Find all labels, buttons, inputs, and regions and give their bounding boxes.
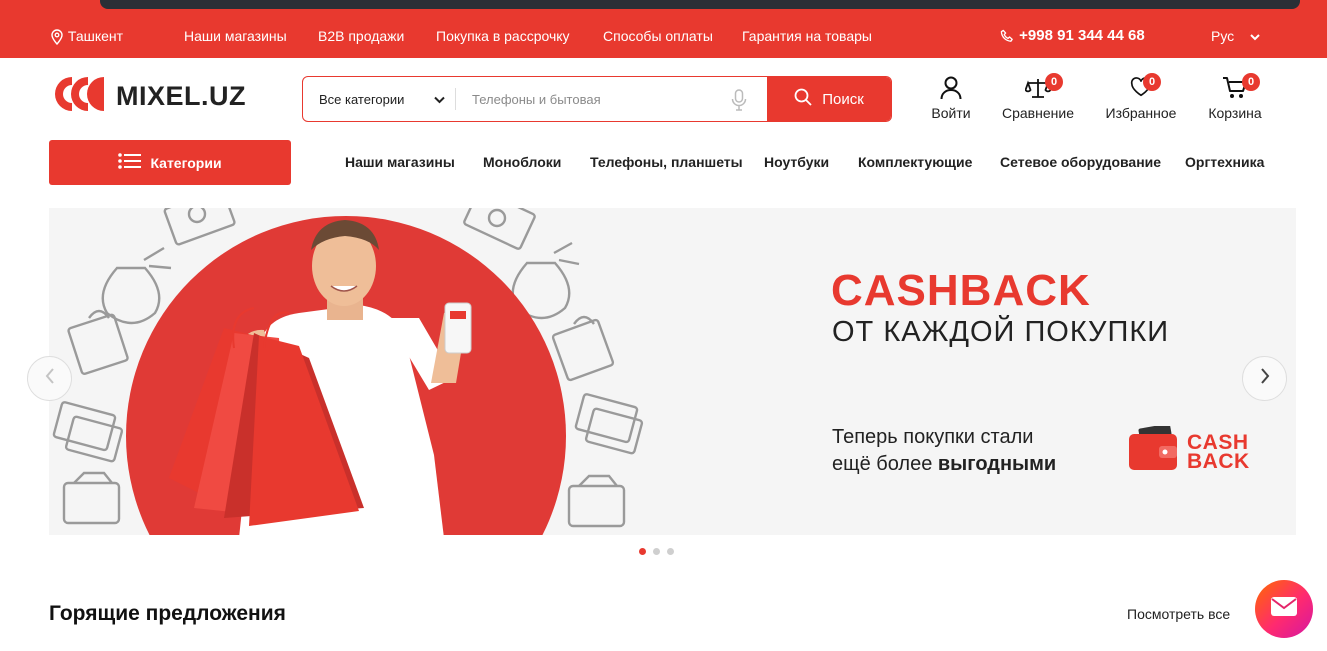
banner-text-line2-bold: выгодными	[937, 453, 1057, 475]
search-input[interactable]: Телефоны и бытовая	[456, 77, 767, 121]
mail-icon	[1271, 597, 1297, 621]
language-label: Рус	[1211, 28, 1235, 44]
search-icon	[794, 88, 812, 110]
login-button[interactable]: Войти	[930, 76, 972, 121]
nav-item-laptops[interactable]: Ноутбуки	[764, 140, 829, 185]
city-label: Ташкент	[67, 28, 124, 44]
site-logo[interactable]: MIXEL.UZ	[52, 76, 246, 116]
banner-subtitle: ОТ КАЖДОЙ ПОКУПКИ	[832, 316, 1170, 348]
section-title: Горящие предложения	[49, 602, 286, 625]
banner-text-line1: Теперь покупки стали	[832, 426, 1034, 448]
wallet-icon	[1129, 423, 1179, 477]
logo-mark-icon	[52, 75, 110, 118]
contact-fab-button[interactable]	[1255, 580, 1313, 638]
cashback-logo: CASH BACK	[1129, 423, 1250, 477]
nav-item-phones[interactable]: Телефоны, планшеты	[590, 140, 743, 185]
top-link-stores[interactable]: Наши магазины	[184, 14, 287, 58]
carousel-pagination	[639, 548, 674, 555]
microphone-icon[interactable]	[731, 89, 747, 114]
banner-text-line2-prefix: ещё более	[832, 453, 938, 475]
nav-item-stores[interactable]: Наши магазины	[345, 140, 455, 185]
chevron-left-icon	[45, 368, 55, 389]
chevron-right-icon	[1260, 368, 1270, 389]
logo-text: MIXEL.UZ	[116, 80, 246, 111]
city-selector[interactable]: Ташкент	[50, 14, 123, 58]
search-button-label: Поиск	[822, 90, 864, 108]
login-label: Войти	[931, 105, 971, 121]
language-selector[interactable]: Рус	[1211, 14, 1260, 58]
chevron-down-icon	[434, 92, 445, 107]
search-button[interactable]: Поиск	[767, 77, 891, 121]
nav-item-components[interactable]: Комплектующие	[858, 140, 972, 185]
top-link-installment[interactable]: Покупка в рассрочку	[436, 14, 570, 58]
carousel-prev-button[interactable]	[27, 356, 72, 401]
cart-button[interactable]: 0 Корзина	[1206, 73, 1264, 121]
menu-list-icon	[118, 153, 142, 172]
cart-label: Корзина	[1208, 105, 1262, 121]
top-link-warranty[interactable]: Гарантия на товары	[742, 14, 872, 58]
carousel-dot[interactable]	[653, 548, 660, 555]
phone-icon	[1000, 27, 1015, 44]
carousel-dot[interactable]	[639, 548, 646, 555]
top-link-b2b[interactable]: B2B продажи	[318, 14, 404, 58]
banner-title: CASHBACK	[831, 266, 1091, 315]
categories-label: Категории	[150, 154, 222, 171]
carousel-next-button[interactable]	[1242, 356, 1287, 401]
nav-item-network[interactable]: Сетевое оборудование	[1000, 140, 1161, 185]
search-placeholder: Телефоны и бытовая	[472, 91, 601, 107]
browser-tab-bar	[100, 0, 1300, 9]
see-all-link[interactable]: Посмотреть все	[1127, 606, 1230, 622]
banner-text-line2: ещё более выгодными	[832, 453, 1056, 476]
banner-illustration	[52, 208, 644, 535]
top-link-payment[interactable]: Способы оплаты	[603, 14, 713, 58]
search-category-select[interactable]: Все категории	[303, 77, 455, 121]
location-pin-icon	[50, 28, 64, 46]
browser-strip	[0, 0, 1327, 14]
carousel-dot[interactable]	[667, 548, 674, 555]
favorites-label: Избранное	[1105, 105, 1177, 121]
search-bar: Все категории Телефоны и бытовая Поиск	[302, 76, 892, 122]
cashback-logo-line2: BACK	[1187, 449, 1250, 473]
compare-button[interactable]: 0 Сравнение	[1000, 73, 1076, 121]
favorites-button[interactable]: 0 Избранное	[1103, 73, 1179, 121]
compare-label: Сравнение	[1002, 105, 1074, 121]
favorites-count-badge: 0	[1143, 73, 1161, 91]
compare-count-badge: 0	[1045, 73, 1063, 91]
phone-number: +998 91 344 44 68	[1019, 27, 1145, 44]
cart-count-badge: 0	[1242, 73, 1260, 91]
search-category-label: Все категории	[319, 91, 405, 107]
chevron-down-icon	[1250, 28, 1260, 44]
nav-item-office[interactable]: Оргтехника	[1185, 140, 1264, 185]
top-bar: Ташкент Наши магазины B2B продажи Покупк…	[0, 14, 1327, 58]
phone-link[interactable]: +998 91 344 44 68	[1000, 14, 1145, 58]
promo-banner[interactable]: CASHBACK ОТ КАЖДОЙ ПОКУПКИ Теперь покупк…	[49, 208, 1296, 535]
user-icon	[940, 76, 962, 102]
nav-item-monoblocks[interactable]: Моноблоки	[483, 140, 561, 185]
categories-button[interactable]: Категории	[49, 140, 291, 185]
